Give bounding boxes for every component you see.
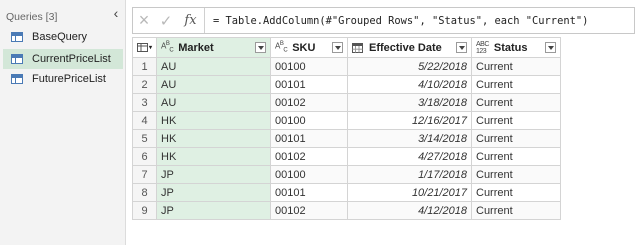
cell-market[interactable]: HK (156, 129, 271, 148)
close-icon: × (138, 10, 150, 30)
cell-effective-date[interactable]: 3/14/2018 (347, 129, 472, 148)
table-row[interactable]: 5 HK 00101 3/14/2018 Current (132, 129, 561, 148)
text-type-icon: ABC (161, 41, 174, 54)
cell-sku[interactable]: 00102 (270, 201, 348, 220)
cell-sku[interactable]: 00101 (270, 183, 348, 202)
cell-effective-date[interactable]: 5/22/2018 (347, 57, 472, 76)
table-icon (11, 54, 23, 64)
cell-effective-date[interactable]: 4/12/2018 (347, 201, 472, 220)
cell-market[interactable]: AU (156, 93, 271, 112)
cell-status[interactable]: Current (471, 111, 561, 130)
cell-status[interactable]: Current (471, 201, 561, 220)
cell-sku[interactable]: 00100 (270, 165, 348, 184)
header-row: ▾ ABC Market ABC SKU Effective Date ABC … (132, 37, 561, 58)
column-header-effective-date[interactable]: Effective Date (347, 37, 472, 58)
cell-status[interactable]: Current (471, 75, 561, 94)
cell-status[interactable]: Current (471, 93, 561, 112)
chevron-left-icon: ‹ (113, 5, 119, 21)
filter-dropdown-button[interactable] (545, 42, 556, 53)
queries-header: Queries [3] (6, 11, 58, 23)
row-number[interactable]: 1 (132, 57, 157, 76)
formula-input[interactable]: = Table.AddColumn(#"Grouped Rows", "Stat… (205, 15, 634, 27)
cell-market[interactable]: AU (156, 75, 271, 94)
table-row[interactable]: 2 AU 00101 4/10/2018 Current (132, 75, 561, 94)
cell-status[interactable]: Current (471, 147, 561, 166)
cell-sku[interactable]: 00101 (270, 75, 348, 94)
query-item-label: CurrentPriceList (32, 53, 111, 65)
cell-market[interactable]: AU (156, 57, 271, 76)
data-grid: ▾ ABC Market ABC SKU Effective Date ABC … (132, 37, 561, 220)
table-icon (11, 74, 23, 84)
query-item-label: FuturePriceList (32, 73, 106, 85)
cell-effective-date[interactable]: 12/16/2017 (347, 111, 472, 130)
column-header-sku[interactable]: ABC SKU (270, 37, 348, 58)
column-header-label: Effective Date (369, 41, 442, 54)
row-number[interactable]: 9 (132, 201, 157, 220)
cell-effective-date[interactable]: 4/27/2018 (347, 147, 472, 166)
cell-sku[interactable]: 00102 (270, 147, 348, 166)
date-type-icon (352, 42, 363, 53)
row-number[interactable]: 3 (132, 93, 157, 112)
table-row[interactable]: 1 AU 00100 5/22/2018 Current (132, 57, 561, 76)
confirm-formula-button[interactable]: ✓ (155, 8, 177, 33)
cell-status[interactable]: Current (471, 165, 561, 184)
check-icon: ✓ (159, 12, 173, 30)
filter-dropdown-button[interactable] (332, 42, 343, 53)
table-row[interactable]: 8 JP 00101 10/21/2017 Current (132, 183, 561, 202)
filter-dropdown-button[interactable] (456, 42, 467, 53)
collapse-pane-button[interactable]: ‹ (110, 6, 122, 20)
cell-market[interactable]: HK (156, 111, 271, 130)
query-item-futurepricelist[interactable]: FuturePriceList (3, 69, 123, 89)
column-header-market[interactable]: ABC Market (156, 37, 271, 58)
cell-status[interactable]: Current (471, 129, 561, 148)
column-header-label: Market (178, 41, 214, 54)
any-type-icon: ABC 123 (476, 40, 489, 55)
table-corner-menu[interactable]: ▾ (132, 37, 157, 58)
row-number[interactable]: 7 (132, 165, 157, 184)
table-row[interactable]: 4 HK 00100 12/16/2017 Current (132, 111, 561, 130)
cell-sku[interactable]: 00100 (270, 111, 348, 130)
chevron-down-icon: ▾ (148, 45, 152, 51)
filter-dropdown-button[interactable] (255, 42, 266, 53)
query-item-currentpricelist[interactable]: CurrentPriceList (3, 49, 123, 69)
column-header-label: Status (493, 41, 528, 54)
query-item-label: BaseQuery (32, 31, 88, 43)
column-header-status[interactable]: ABC 123 Status (471, 37, 561, 58)
table-row[interactable]: 9 JP 00102 4/12/2018 Current (132, 201, 561, 220)
fx-icon: fx (184, 13, 197, 28)
row-number[interactable]: 4 (132, 111, 157, 130)
text-type-icon: ABC (275, 41, 288, 54)
cell-effective-date[interactable]: 3/18/2018 (347, 93, 472, 112)
row-number[interactable]: 2 (132, 75, 157, 94)
cell-effective-date[interactable]: 10/21/2017 (347, 183, 472, 202)
table-icon (11, 32, 23, 42)
cell-sku[interactable]: 00100 (270, 57, 348, 76)
row-number[interactable]: 8 (132, 183, 157, 202)
column-header-label: SKU (292, 41, 316, 54)
row-number[interactable]: 6 (132, 147, 157, 166)
cell-market[interactable]: JP (156, 165, 271, 184)
cell-market[interactable]: HK (156, 147, 271, 166)
cell-effective-date[interactable]: 1/17/2018 (347, 165, 472, 184)
cell-sku[interactable]: 00102 (270, 93, 348, 112)
formula-bar: × ✓ fx = Table.AddColumn(#"Grouped Rows"… (132, 7, 635, 34)
queries-pane: Queries [3] ‹ BaseQuery CurrentPriceList… (0, 0, 126, 245)
cell-status[interactable]: Current (471, 57, 561, 76)
table-row[interactable]: 6 HK 00102 4/27/2018 Current (132, 147, 561, 166)
cell-market[interactable]: JP (156, 201, 271, 220)
table-row[interactable]: 7 JP 00100 1/17/2018 Current (132, 165, 561, 184)
table-icon (136, 43, 148, 52)
cell-status[interactable]: Current (471, 183, 561, 202)
cell-sku[interactable]: 00101 (270, 129, 348, 148)
query-item-basequery[interactable]: BaseQuery (3, 27, 123, 47)
table-row[interactable]: 3 AU 00102 3/18/2018 Current (132, 93, 561, 112)
row-number[interactable]: 5 (132, 129, 157, 148)
insert-function-button[interactable]: fx (177, 8, 205, 33)
cell-effective-date[interactable]: 4/10/2018 (347, 75, 472, 94)
cancel-formula-button[interactable]: × (133, 8, 155, 33)
cell-market[interactable]: JP (156, 183, 271, 202)
